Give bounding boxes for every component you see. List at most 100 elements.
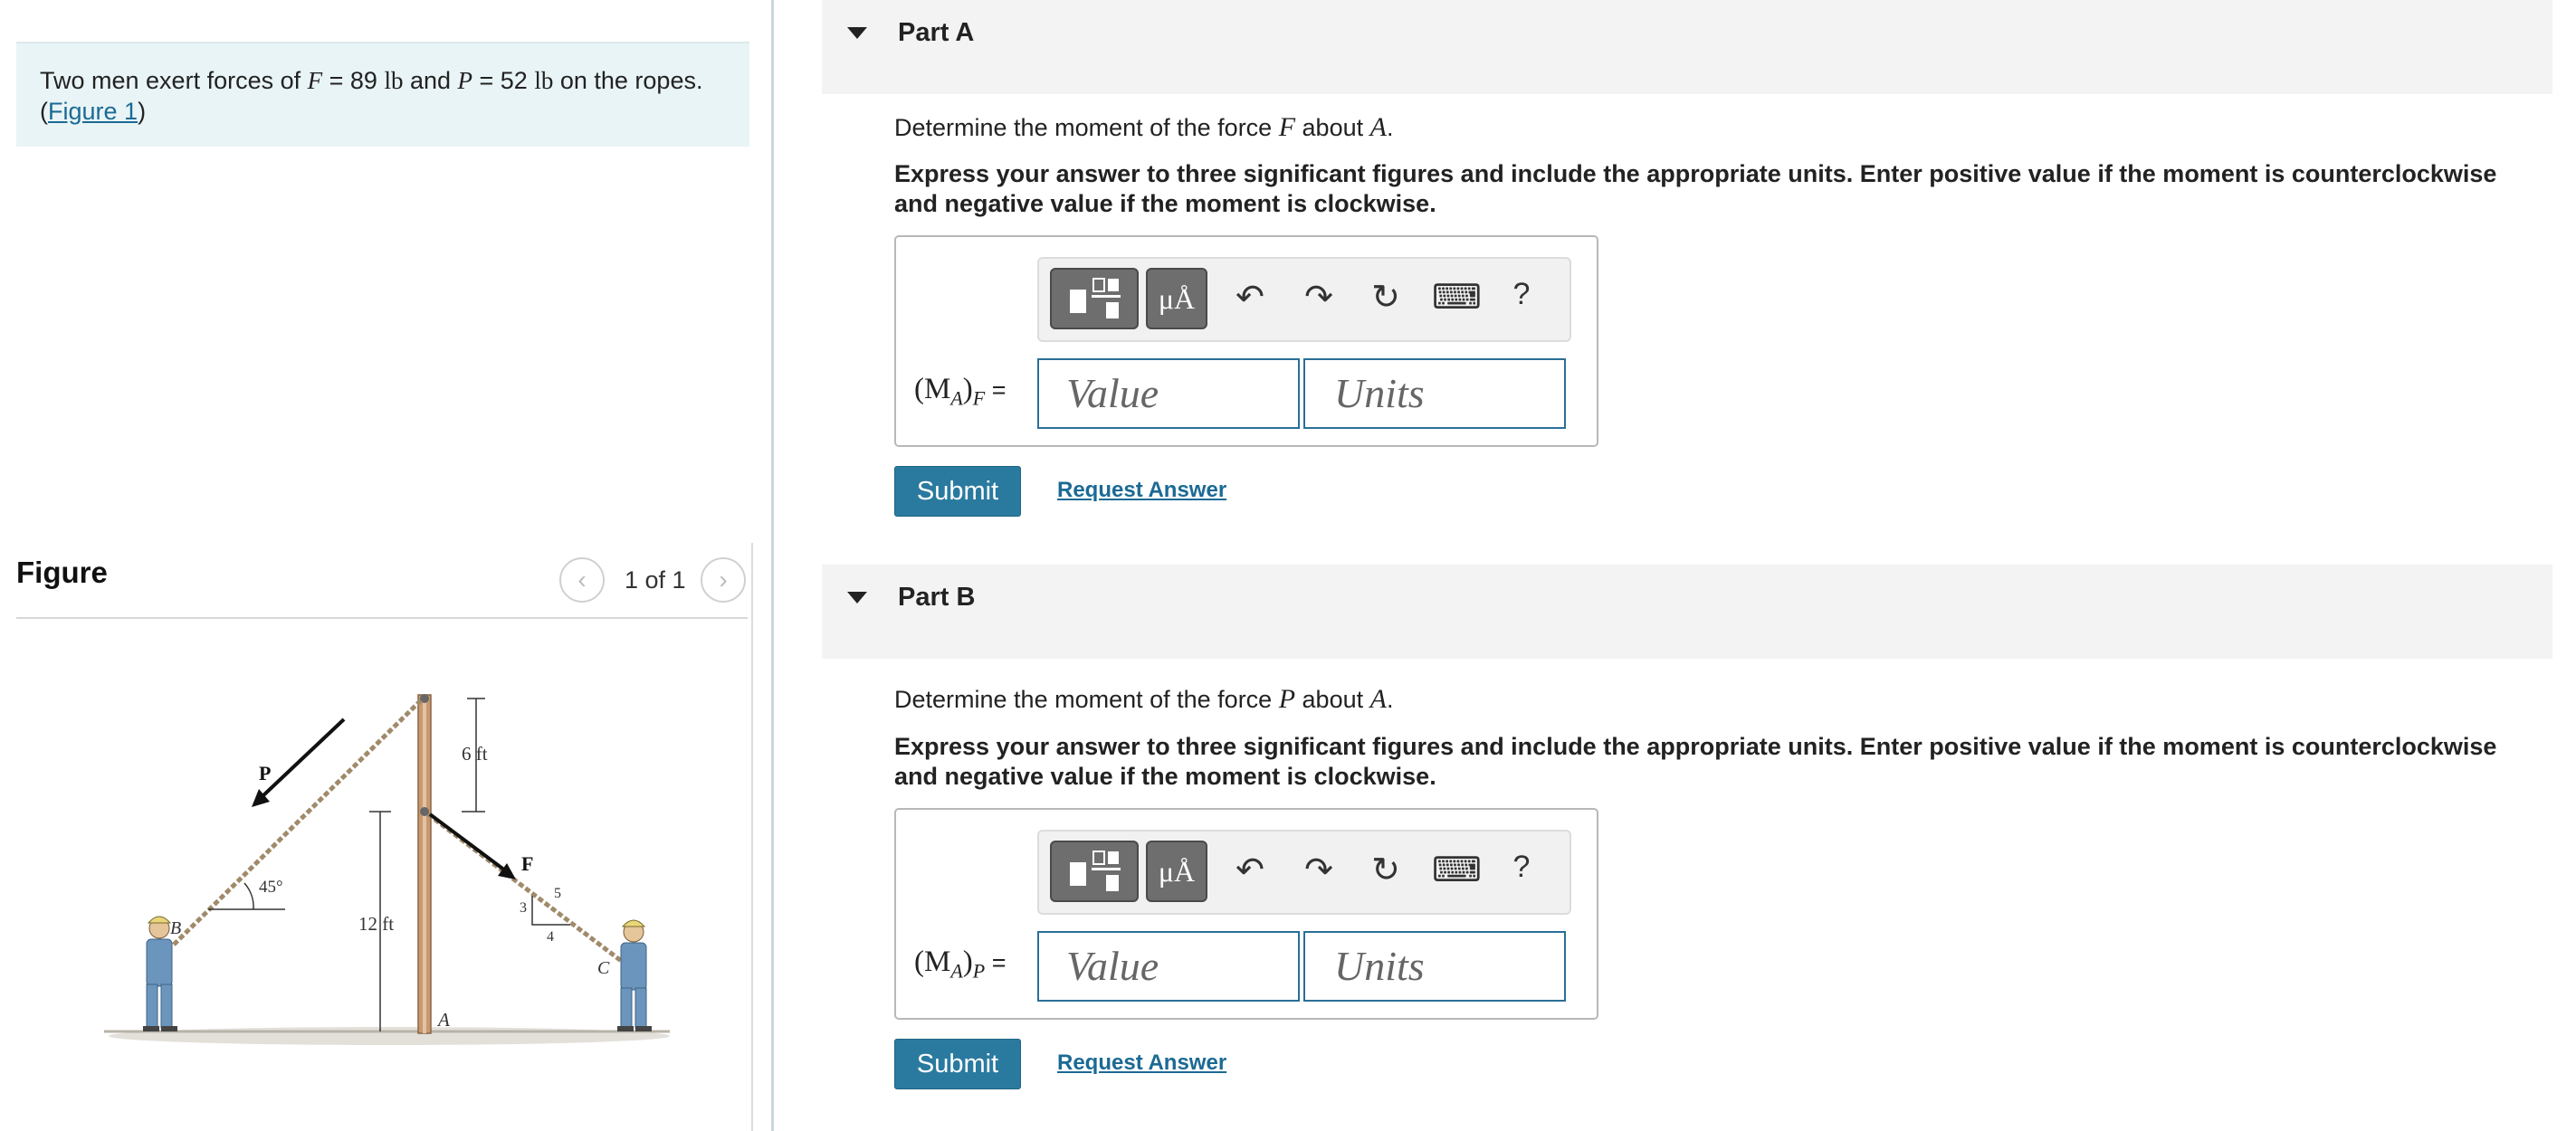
- part-a-answer-box: μÅ ↶ ↷ ↻ ⌨ ? (MA)F = Value Units: [894, 235, 1598, 447]
- force-p-unit: lb: [534, 67, 554, 94]
- part-b-header[interactable]: Part B: [822, 565, 2552, 659]
- previous-figure-button[interactable]: ‹: [559, 557, 605, 603]
- undo-icon[interactable]: ↶: [1227, 850, 1273, 890]
- angle-arc: [243, 882, 254, 910]
- eq-equals: =: [985, 949, 1007, 976]
- man-c: [617, 919, 652, 1031]
- part-a-question: Determine the moment of the force F abou…: [894, 112, 1393, 143]
- units-input[interactable]: Units: [1303, 358, 1566, 429]
- figure-link[interactable]: Figure 1: [48, 98, 138, 125]
- eq-sub-force: F: [972, 386, 986, 410]
- collapse-triangle-icon: [847, 592, 867, 604]
- label-P: P: [259, 762, 271, 784]
- eq-close: ): [962, 946, 973, 978]
- help-icon[interactable]: ?: [1499, 277, 1544, 312]
- next-figure-button[interactable]: ›: [701, 557, 746, 603]
- eq-open: (M: [914, 373, 951, 405]
- figure-counter: 1 of 1: [625, 566, 686, 594]
- question-text: Determine the moment of the force: [894, 686, 1279, 713]
- templates-button[interactable]: [1050, 841, 1139, 902]
- problem-text: Two men exert forces of: [40, 67, 308, 94]
- force-f-value: = 89: [322, 67, 385, 94]
- pole-mid-pin: [420, 807, 429, 816]
- eq-sub-a: A: [950, 959, 963, 983]
- question-text-mid: about: [1295, 686, 1370, 713]
- units-input[interactable]: Units: [1303, 931, 1566, 1002]
- keyboard-icon[interactable]: ⌨: [1432, 277, 1482, 318]
- left-panel: Two men exert forces of F = 89 lb and P …: [0, 0, 771, 1131]
- submit-button[interactable]: Submit: [894, 1039, 1021, 1089]
- question-point: A: [1369, 684, 1387, 714]
- label-tri-5: 5: [554, 886, 561, 901]
- request-answer-link[interactable]: Request Answer: [1057, 478, 1226, 503]
- units-button[interactable]: μÅ: [1146, 268, 1207, 329]
- paren-open: (: [40, 98, 48, 125]
- redo-icon[interactable]: ↷: [1296, 277, 1341, 318]
- arrow-f-shaft: [428, 813, 507, 872]
- part-b-answer-box: μÅ ↶ ↷ ↻ ⌨ ? (MA)P = Value Units: [894, 808, 1598, 1020]
- templates-button[interactable]: [1050, 268, 1139, 329]
- help-icon[interactable]: ?: [1499, 850, 1544, 885]
- label-tri-3: 3: [520, 900, 527, 916]
- figure-title: Figure: [16, 556, 108, 589]
- force-f-unit: lb: [384, 67, 404, 94]
- request-answer-link[interactable]: Request Answer: [1057, 1050, 1226, 1076]
- question-force: P: [1278, 684, 1296, 714]
- problem-statement: Two men exert forces of F = 89 lb and P …: [16, 42, 749, 147]
- figure-header: Figure ‹ 1 of 1 ›: [16, 552, 748, 619]
- part-b-instruction: Express your answer to three significant…: [894, 733, 2497, 790]
- math-toolbar: μÅ ↶ ↷ ↻ ⌨ ?: [1037, 830, 1571, 915]
- question-force: F: [1278, 112, 1296, 142]
- force-p-symbol: P: [457, 67, 473, 94]
- value-input[interactable]: Value: [1037, 931, 1300, 1002]
- pole-highlight: [423, 695, 426, 1033]
- math-toolbar: μÅ ↶ ↷ ↻ ⌨ ?: [1037, 257, 1571, 342]
- part-b-question: Determine the moment of the force P abou…: [894, 684, 1393, 715]
- undo-icon[interactable]: ↶: [1227, 277, 1273, 318]
- reset-icon[interactable]: ↻: [1363, 277, 1408, 318]
- templates-icon: [1070, 851, 1121, 891]
- arrow-p-shaft: [261, 718, 346, 798]
- part-a-label: Part A: [898, 18, 975, 47]
- eq-open: (M: [914, 946, 951, 978]
- keyboard-icon[interactable]: ⌨: [1432, 850, 1482, 890]
- eq-sub-a: A: [950, 386, 963, 410]
- question-end: .: [1386, 114, 1394, 141]
- question-text-mid: about: [1295, 114, 1370, 141]
- problem-text-tail: on the ropes.: [553, 67, 703, 94]
- label-12ft: 12 ft: [358, 913, 394, 935]
- part-b-label: Part B: [898, 583, 976, 612]
- submit-button[interactable]: Submit: [894, 466, 1021, 517]
- label-45deg: 45°: [259, 878, 283, 897]
- eq-equals: =: [985, 376, 1007, 404]
- ground-shadow: [109, 1027, 670, 1045]
- value-input[interactable]: Value: [1037, 358, 1300, 429]
- label-F: F: [521, 852, 533, 875]
- figure-image: 6 ft 12 ft A P 45° F 3 4 5 B C: [104, 694, 670, 1045]
- problem-text-and: and: [403, 67, 458, 94]
- answer-label: (MA)P =: [914, 944, 1007, 984]
- reset-icon[interactable]: ↻: [1363, 850, 1408, 890]
- redo-icon[interactable]: ↷: [1296, 850, 1341, 890]
- figure-divider: [751, 543, 753, 1131]
- part-a-instruction: Express your answer to three significant…: [894, 160, 2497, 217]
- paren-close: ): [138, 98, 147, 125]
- eq-close: ): [962, 373, 973, 405]
- question-end: .: [1386, 686, 1394, 713]
- force-p-value: = 52: [472, 67, 535, 94]
- chevron-right-icon: ›: [719, 566, 728, 594]
- label-tri-4: 4: [547, 929, 554, 945]
- rope-b: [172, 699, 423, 946]
- label-C: C: [597, 958, 610, 978]
- templates-icon: [1070, 278, 1121, 318]
- panel-divider: [771, 0, 774, 1131]
- label-6ft: 6 ft: [462, 743, 488, 765]
- chevron-left-icon: ‹: [577, 566, 587, 594]
- answer-label: (MA)F =: [914, 371, 1007, 411]
- part-a-header[interactable]: Part A: [822, 0, 2552, 94]
- question-point: A: [1369, 112, 1387, 142]
- collapse-triangle-icon: [847, 27, 867, 39]
- force-f-symbol: F: [307, 67, 323, 94]
- units-button[interactable]: μÅ: [1146, 841, 1207, 902]
- eq-sub-force: P: [972, 959, 986, 983]
